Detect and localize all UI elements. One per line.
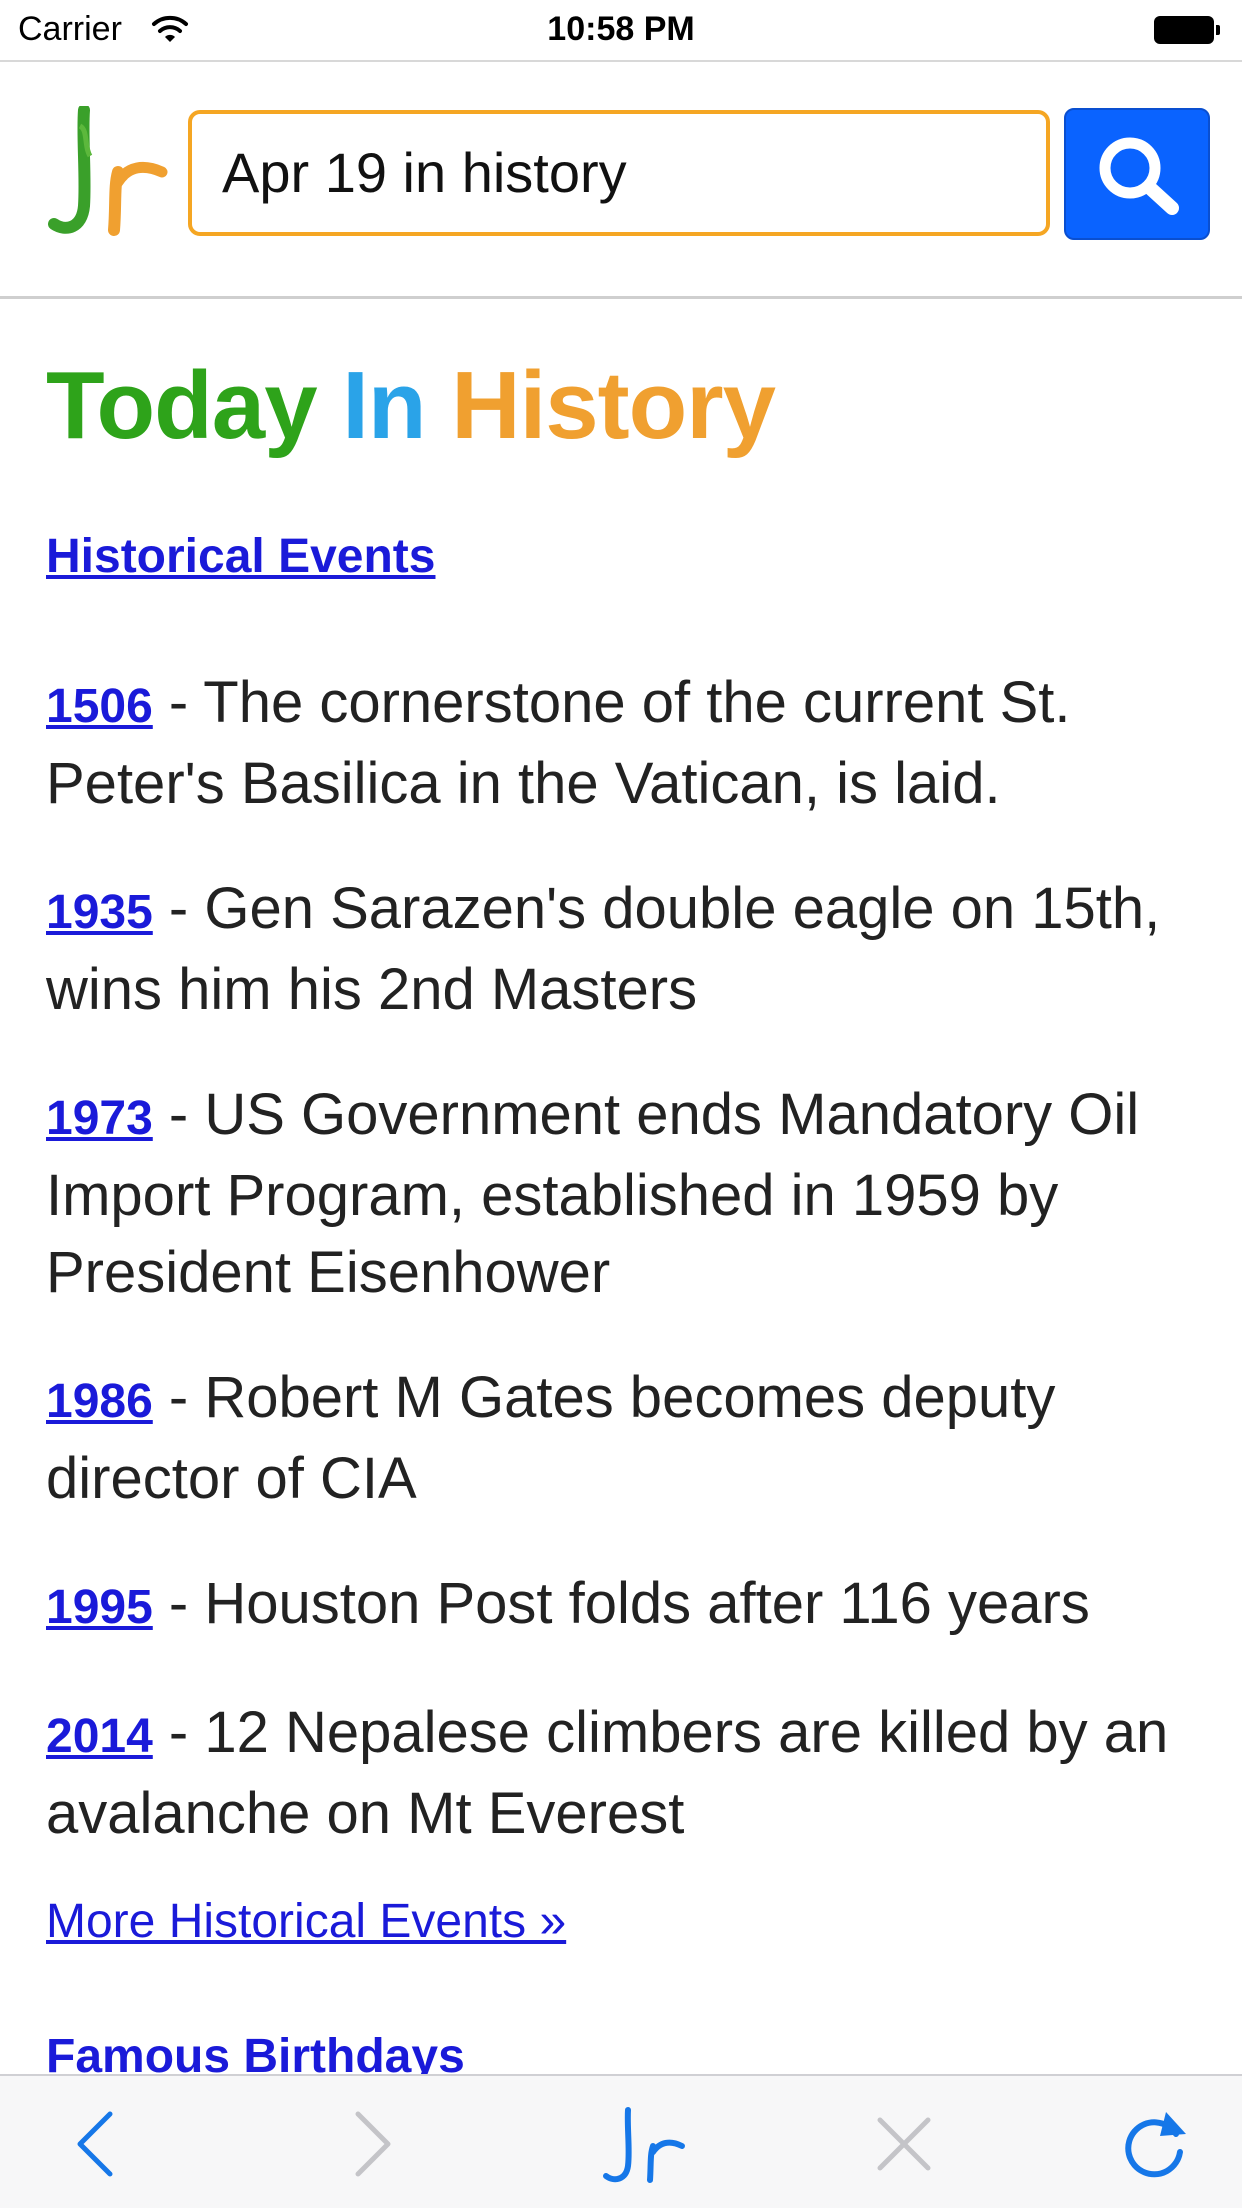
event-text: - Houston Post folds after 116 years [152, 1571, 1090, 1636]
historical-events-link[interactable]: Historical Events [46, 529, 435, 584]
stop-icon [877, 2117, 931, 2171]
list-item: 1506 - The cornerstone of the current St… [46, 664, 1206, 822]
year-link-1995[interactable]: 1995 [46, 1581, 153, 1634]
event-text: - US Government ends Mandatory Oil Impor… [46, 1082, 1140, 1305]
title-history: History [451, 352, 776, 459]
event-text: - 12 Nepalese climbers are killed by an … [46, 1700, 1169, 1846]
status-time: 10:58 PM [547, 10, 695, 48]
forward-button[interactable] [330, 2104, 410, 2184]
year-link-1973[interactable]: 1973 [46, 1092, 153, 1145]
reload-icon [1125, 2112, 1186, 2178]
stop-button[interactable] [864, 2104, 944, 2184]
browser-toolbar [0, 2074, 1242, 2208]
battery-icon [1154, 16, 1220, 44]
event-text: - The cornerstone of the current St. Pet… [46, 670, 1071, 816]
event-text: - Gen Sarazen's double eagle on 15th, wi… [46, 876, 1161, 1022]
list-item: 1995 - Houston Post folds after 116 year… [46, 1565, 1206, 1646]
list-item: 1935 - Gen Sarazen's double eagle on 15t… [46, 870, 1206, 1028]
status-bar: Carrier 10:58 PM [0, 0, 1242, 60]
list-item: 2014 - 12 Nepalese climbers are killed b… [46, 1694, 1206, 1852]
back-icon [77, 2111, 113, 2177]
search-header [0, 62, 1242, 299]
list-item: 1986 - Robert M Gates becomes deputy dir… [46, 1359, 1206, 1517]
header-divider [0, 296, 1242, 299]
list-item: 1973 - US Government ends Mandatory Oil … [46, 1076, 1206, 1311]
title-today: Today [46, 352, 318, 459]
search-box[interactable] [188, 110, 1050, 236]
title-in: In [342, 352, 426, 459]
forward-icon [355, 2111, 391, 2177]
home-button[interactable] [598, 2104, 688, 2184]
page-title: Today In History [46, 351, 776, 461]
search-button[interactable] [1064, 108, 1210, 240]
year-link-1986[interactable]: 1986 [46, 1375, 153, 1428]
event-text: - Robert M Gates becomes deputy director… [46, 1365, 1056, 1511]
year-link-1506[interactable]: 1506 [46, 680, 153, 733]
year-link-1935[interactable]: 1935 [46, 886, 153, 939]
search-icon [1099, 137, 1179, 215]
events-list: 1506 - The cornerstone of the current St… [46, 664, 1206, 1900]
jr-home-icon [603, 2107, 685, 2183]
jr-logo-icon[interactable] [44, 104, 174, 246]
more-historical-events-link[interactable]: More Historical Events » [46, 1894, 566, 1949]
reload-button[interactable] [1116, 2104, 1196, 2184]
year-link-2014[interactable]: 2014 [46, 1710, 153, 1763]
search-input[interactable] [222, 114, 1022, 232]
back-button[interactable] [58, 2104, 138, 2184]
